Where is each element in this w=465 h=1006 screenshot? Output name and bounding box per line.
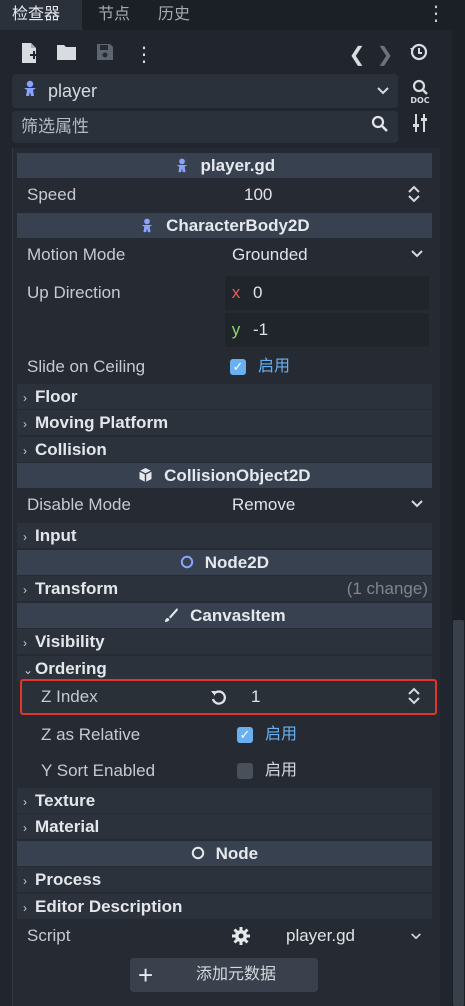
node-icon xyxy=(191,844,210,863)
section-collisionobject2d-title: CollisionObject2D xyxy=(164,466,311,485)
character-body-icon xyxy=(139,216,160,235)
group-input[interactable]: › Input xyxy=(17,523,432,548)
node-selector-value: player xyxy=(48,81,98,101)
property-label: Speed xyxy=(27,185,77,204)
property-label: Up Direction xyxy=(27,283,121,302)
svg-text:DOC: DOC xyxy=(410,96,429,104)
section-canvasitem: CanvasItem xyxy=(17,603,432,628)
property-label: Slide on Ceiling xyxy=(27,357,146,376)
node2d-icon xyxy=(180,553,199,572)
doc-button[interactable]: DOC xyxy=(406,78,434,106)
chevron-right-icon: › xyxy=(23,391,27,405)
back-icon[interactable]: ❮ xyxy=(344,42,370,68)
checkbox-checked[interactable]: ✓ xyxy=(237,727,253,743)
checkbox-label[interactable]: 启用 xyxy=(265,724,297,746)
property-label: Motion Mode xyxy=(27,245,126,264)
chevron-down-icon xyxy=(376,74,390,108)
chevron-right-icon: › xyxy=(23,795,27,809)
disable-mode-select[interactable]: Remove xyxy=(232,494,295,516)
chevron-right-icon: › xyxy=(23,444,27,458)
up-direction-x-input[interactable]: 0 xyxy=(247,276,429,310)
section-characterbody2d: CharacterBody2D xyxy=(17,213,432,238)
vector-x-label: x xyxy=(225,276,247,310)
node-selector[interactable]: player xyxy=(12,74,398,108)
scrollbar-thumb[interactable] xyxy=(453,620,464,1006)
forward-icon[interactable]: ❯ xyxy=(372,42,398,68)
character-body-icon xyxy=(18,79,42,103)
up-direction-y-input[interactable]: -1 xyxy=(247,313,429,347)
section-node-title: Node xyxy=(215,844,259,863)
gear-icon xyxy=(231,926,251,946)
open-folder-icon[interactable] xyxy=(54,42,80,68)
chevron-right-icon: › xyxy=(23,874,27,888)
checkbox-label[interactable]: 启用 xyxy=(258,356,290,378)
group-material[interactable]: › Material xyxy=(17,814,432,839)
save-icon[interactable] xyxy=(92,42,118,68)
group-moving-platform[interactable]: › Moving Platform xyxy=(17,410,432,435)
group-collision[interactable]: › Collision xyxy=(17,437,432,462)
section-collisionobject2d: CollisionObject2D xyxy=(17,463,432,488)
group-editor-description[interactable]: › Editor Description xyxy=(17,894,432,919)
checkbox-label[interactable]: 启用 xyxy=(265,760,297,782)
property-label: Disable Mode xyxy=(27,495,131,514)
section-script-title: player.gd xyxy=(200,156,276,175)
section-node2d-title: Node2D xyxy=(204,553,269,572)
chevron-right-icon: › xyxy=(23,821,27,835)
section-canvasitem-title: CanvasItem xyxy=(190,606,286,625)
change-count: (1 change) xyxy=(346,579,428,598)
checkbox-checked[interactable]: ✓ xyxy=(230,359,246,375)
chevron-down-icon[interactable] xyxy=(410,496,424,512)
search-icon xyxy=(371,111,388,143)
group-texture[interactable]: › Texture xyxy=(17,788,432,813)
section-node: Node xyxy=(17,841,432,866)
plus-icon: + xyxy=(138,960,154,990)
character-body-icon xyxy=(174,156,195,175)
property-label: Y Sort Enabled xyxy=(41,761,156,780)
group-visibility[interactable]: › Visibility xyxy=(17,629,432,654)
property-options-icon[interactable] xyxy=(406,113,434,141)
filter-placeholder: 筛选属性 xyxy=(21,117,89,136)
checkbox-unchecked[interactable] xyxy=(237,763,253,779)
section-characterbody2d-title: CharacterBody2D xyxy=(166,216,310,235)
add-metadata-label: 添加元数据 xyxy=(196,966,277,983)
group-floor[interactable]: › Floor xyxy=(17,384,432,409)
group-ordering[interactable]: ⌄ Ordering xyxy=(17,656,432,681)
property-label: Z as Relative xyxy=(41,725,141,744)
tab-inspector[interactable]: 检查器 xyxy=(0,0,82,30)
chevron-right-icon: › xyxy=(23,583,27,597)
history-icon[interactable] xyxy=(406,42,432,68)
spin-arrows-icon[interactable] xyxy=(406,184,422,206)
kebab-icon[interactable]: ⋮ xyxy=(131,42,157,68)
kebab-icon[interactable]: ⋮ xyxy=(426,2,446,28)
filter-properties-input[interactable]: 筛选属性 xyxy=(12,111,398,143)
motion-mode-select[interactable]: Grounded xyxy=(232,244,308,266)
group-process[interactable]: › Process xyxy=(17,867,432,892)
property-label: Script xyxy=(27,926,71,945)
tab-node[interactable]: 节点 xyxy=(98,0,130,30)
section-script: player.gd xyxy=(17,153,432,178)
chevron-down-icon[interactable] xyxy=(410,928,422,944)
chevron-right-icon: › xyxy=(23,636,27,650)
highlight-box xyxy=(20,679,437,715)
section-node2d: Node2D xyxy=(17,550,432,575)
add-metadata-button[interactable]: + 添加元数据 xyxy=(130,958,318,992)
chevron-down-icon[interactable] xyxy=(410,246,424,262)
chevron-right-icon: › xyxy=(23,901,27,915)
cube-icon xyxy=(138,466,158,485)
speed-value[interactable]: 100 xyxy=(244,184,272,206)
chevron-right-icon: › xyxy=(23,417,27,431)
group-transform[interactable]: › Transform (1 change) xyxy=(17,576,432,601)
tab-history[interactable]: 历史 xyxy=(158,0,190,30)
new-script-icon[interactable] xyxy=(16,42,42,68)
vector-y-label: y xyxy=(225,313,247,347)
chevron-right-icon: › xyxy=(23,530,27,544)
script-resource[interactable]: player.gd xyxy=(286,925,355,947)
brush-icon xyxy=(163,606,184,625)
